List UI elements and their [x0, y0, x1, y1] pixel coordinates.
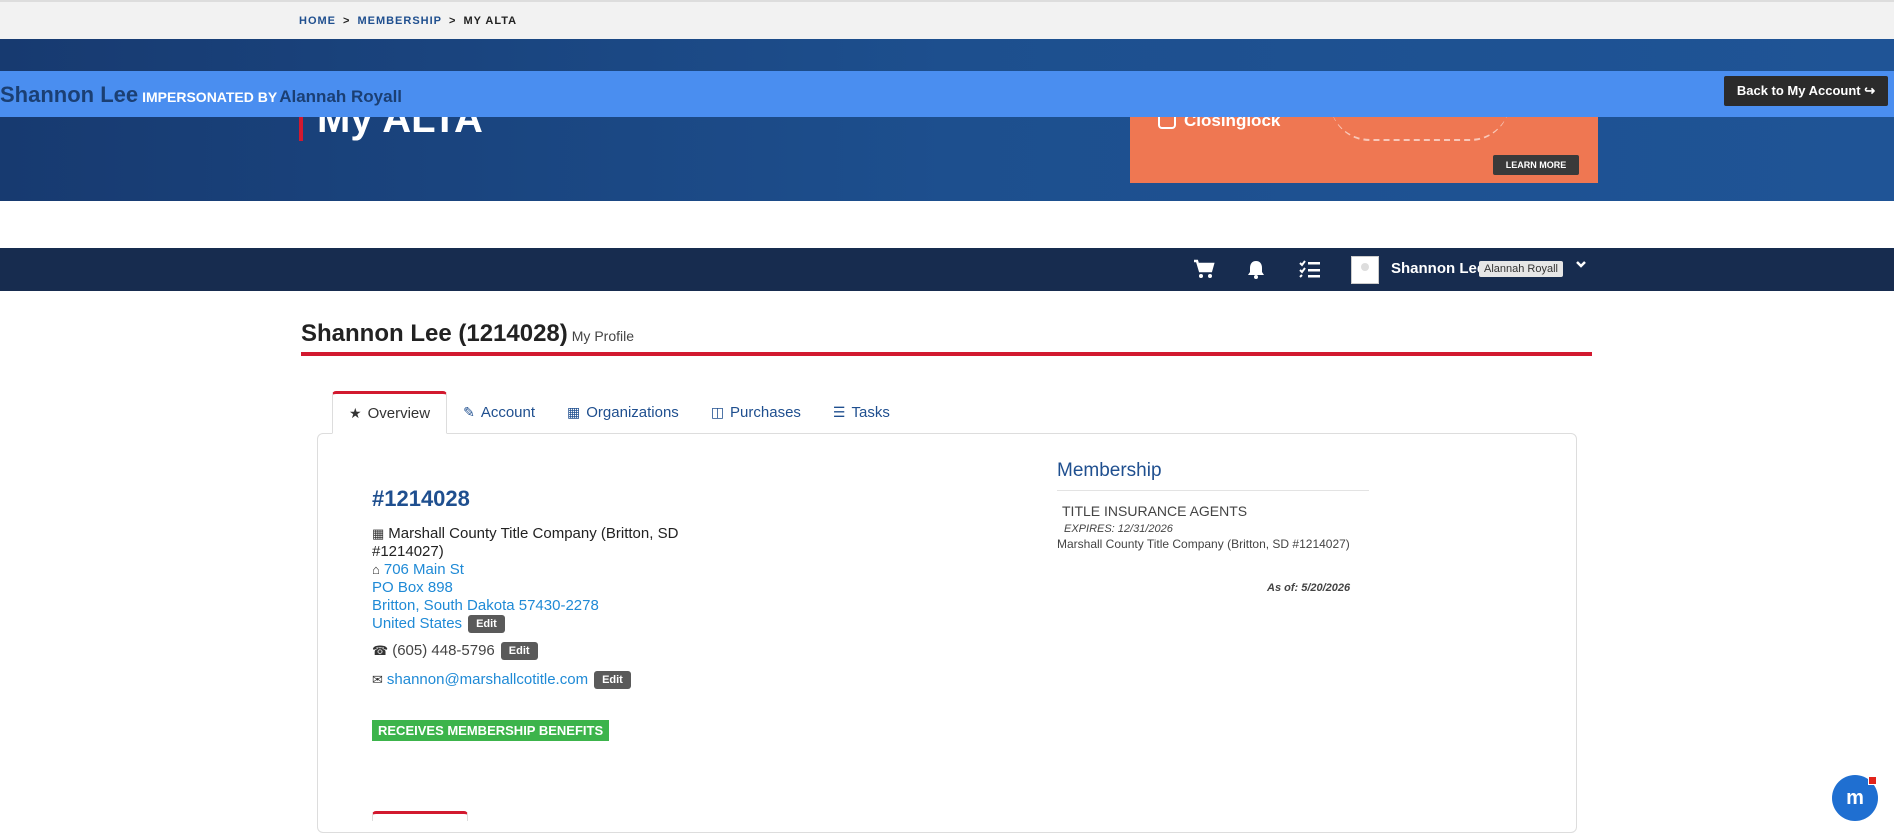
nav-user-name[interactable]: Shannon Lee: [1391, 260, 1485, 277]
sign-out-icon: ↪: [1864, 83, 1876, 98]
edit-icon: ✎: [463, 404, 475, 420]
breadcrumb-home[interactable]: HOME: [299, 15, 336, 27]
email-link[interactable]: shannon@marshallcotitle.com: [387, 671, 588, 688]
bell-icon[interactable]: [1245, 259, 1267, 281]
back-button-label: Back to My Account: [1736, 83, 1861, 98]
avatar[interactable]: [1351, 256, 1379, 284]
envelope-icon: ✉: [372, 672, 383, 687]
impersonation-banner: Shannon Lee IMPERSONATED BY Alannah Royall: [0, 71, 1894, 117]
tab-label: Tasks: [851, 404, 890, 421]
cart-icon: ◫: [710, 404, 725, 420]
breadcrumb-current: MY ALTA: [463, 15, 518, 27]
tab-overview[interactable]: ★ Overview: [332, 391, 448, 434]
membership-as-of: As of: 5/20/2026: [1267, 582, 1351, 594]
star-icon: ★: [349, 405, 362, 421]
tasks-icon[interactable]: [1299, 259, 1321, 281]
impersonated-label: IMPERSONATED BY: [142, 89, 278, 105]
breadcrumb-bar: HOME > MEMBERSHIP > MY ALTA: [0, 0, 1894, 39]
impersonated-user: Shannon Lee: [0, 82, 139, 107]
tab-tasks[interactable]: ☰ Tasks: [817, 391, 906, 434]
impersonation-text: Shannon Lee IMPERSONATED BY Alannah Royall: [0, 82, 402, 108]
section-tab-stub: [372, 811, 468, 821]
back-to-my-account-button[interactable]: Back to My Account ↪: [1724, 76, 1888, 106]
home-icon: ⌂: [372, 562, 380, 577]
phone-icon: ☎: [372, 643, 389, 658]
building-icon: ▦: [567, 404, 581, 420]
divider: [1057, 490, 1369, 491]
org-name: Marshall County Title Company (Britton, …: [388, 525, 679, 542]
edit-email-button[interactable]: Edit: [594, 671, 631, 689]
phone-number: (605) 448-5796: [392, 642, 495, 659]
organization-info: ▦ Marshall County Title Company (Britton,…: [372, 525, 678, 561]
tab-label: Overview: [367, 405, 431, 422]
tab-account[interactable]: ✎ Account: [447, 391, 551, 434]
hero-banner: My ALTA Closinglock LEARN MORE: [0, 39, 1894, 201]
chevron-down-icon[interactable]: [1575, 257, 1587, 273]
tab-label: Account: [480, 404, 536, 421]
tab-organizations[interactable]: ▦ Organizations: [551, 391, 695, 434]
edit-address-button[interactable]: Edit: [468, 615, 505, 633]
address-line[interactable]: 706 Main St: [384, 561, 464, 578]
breadcrumb-separator: >: [449, 15, 457, 27]
profile-tabs: ★ Overview ✎ Account ▦ Organizations ◫ Purch…: [332, 391, 906, 434]
address-line[interactable]: Britton, South Dakota 57430-2278: [372, 597, 599, 614]
divider: [301, 352, 1592, 356]
membership-expires: EXPIRES: 12/31/2026: [1064, 523, 1173, 535]
ad-learn-more-button[interactable]: LEARN MORE: [1493, 155, 1579, 175]
org-name-cont: #1214027): [372, 543, 444, 560]
membership-org: Marshall County Title Company (Britton, …: [1057, 537, 1350, 551]
breadcrumb-membership[interactable]: MEMBERSHIP: [357, 15, 442, 27]
phone-row: ☎ (605) 448-5796 Edit: [372, 642, 538, 660]
cart-icon[interactable]: [1193, 259, 1215, 281]
email-row: ✉ shannon@marshallcotitle.com Edit: [372, 671, 631, 689]
impersonator-badge: Alannah Royall: [1479, 261, 1563, 277]
benefits-badge: RECEIVES MEMBERSHIP BENEFITS: [372, 720, 610, 741]
profile-name: Shannon Lee (1214028): [301, 320, 568, 347]
membership-heading: Membership: [1057, 460, 1162, 481]
membership-type: TITLE INSURANCE AGENTS: [1062, 503, 1248, 519]
notification-dot: [1868, 776, 1877, 785]
profile-title: Shannon Lee (1214028) My Profile: [301, 320, 634, 348]
edit-phone-button[interactable]: Edit: [500, 642, 538, 660]
tab-panel: [317, 433, 1577, 833]
tab-label: Purchases: [730, 404, 801, 421]
impersonator-name: Alannah Royall: [279, 87, 403, 106]
building-icon: ▦: [372, 526, 385, 541]
address-block: ⌂ 706 Main St PO Box 898 Britton, South D…: [372, 561, 599, 633]
member-id: #1214028: [372, 486, 470, 511]
tab-label: Organizations: [586, 404, 679, 421]
tab-purchases[interactable]: ◫ Purchases: [695, 391, 817, 434]
top-navbar: Shannon Lee Alannah Royall: [0, 248, 1894, 291]
address-line[interactable]: PO Box 898: [372, 579, 453, 596]
breadcrumb: HOME > MEMBERSHIP > MY ALTA: [299, 15, 517, 27]
profile-subtitle: My Profile: [571, 328, 634, 344]
tasks-icon: ☰: [832, 404, 846, 420]
address-line[interactable]: United States: [372, 615, 462, 632]
breadcrumb-separator: >: [343, 15, 351, 27]
